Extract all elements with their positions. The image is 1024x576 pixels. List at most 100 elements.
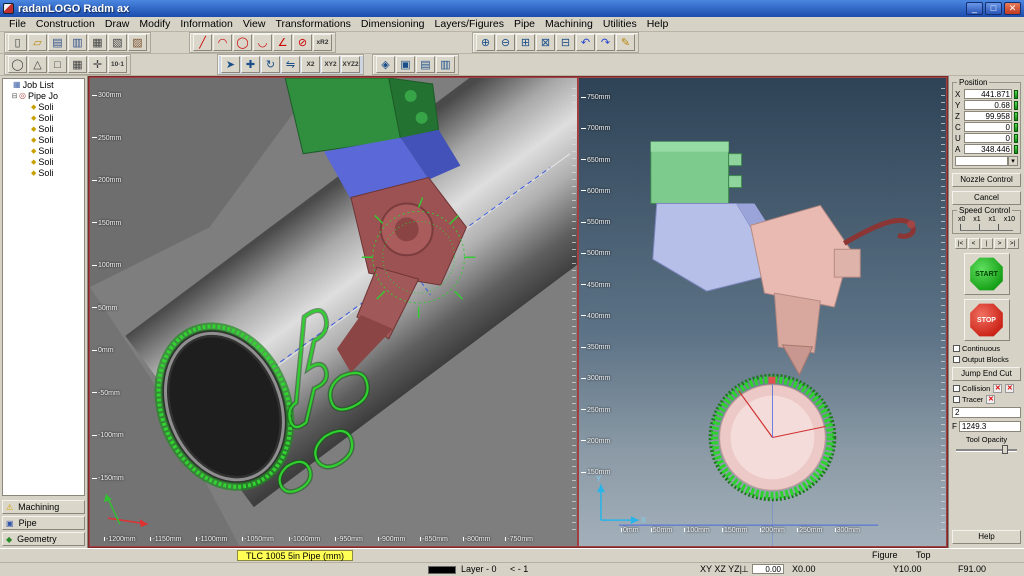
axis-value-field[interactable]: 0: [964, 133, 1012, 143]
layer-selector[interactable]: Layer - 0: [461, 564, 497, 575]
snap-value-field[interactable]: 0.00: [752, 564, 784, 574]
tree-root-job-list[interactable]: ▦ Job List: [3, 79, 84, 90]
shape-square-icon[interactable]: □: [48, 56, 67, 73]
layer-color-swatch[interactable]: [428, 566, 456, 574]
pause-button[interactable]: |: [981, 238, 993, 249]
tree-item-solid[interactable]: ◆ Soli: [3, 123, 84, 134]
menu-item[interactable]: Construction: [31, 18, 100, 30]
menu-item[interactable]: View: [238, 18, 271, 30]
tangent-arc-icon[interactable]: ◡: [253, 34, 272, 51]
minimize-button[interactable]: _: [966, 2, 983, 15]
arc-icon[interactable]: ◠: [213, 34, 232, 51]
menu-item[interactable]: File: [4, 18, 31, 30]
axis-value-field[interactable]: 0: [964, 122, 1012, 132]
step-forward-button[interactable]: >: [994, 238, 1006, 249]
tree-item-solid[interactable]: ◆ Soli: [3, 134, 84, 145]
print-icon[interactable]: ▦: [88, 34, 107, 51]
tree-item-solid[interactable]: ◆ Soli: [3, 101, 84, 112]
new-icon[interactable]: ▯: [8, 34, 27, 51]
shape-circle-icon[interactable]: ◯: [8, 56, 27, 73]
checkbox[interactable]: [953, 356, 960, 363]
view-top-icon[interactable]: ▤: [416, 56, 435, 73]
jump-end-cut-button[interactable]: Jump End Cut: [952, 367, 1021, 381]
tracer-checkbox[interactable]: [953, 396, 960, 403]
zoom-window-icon[interactable]: ⊞: [516, 34, 535, 51]
axis-value-field[interactable]: 348.446: [964, 144, 1012, 154]
pipe-tab[interactable]: ▣ Pipe: [2, 516, 85, 530]
circle-icon[interactable]: ◯: [233, 34, 252, 51]
menu-item[interactable]: Draw: [100, 18, 135, 30]
save-icon[interactable]: ▤: [48, 34, 67, 51]
checkbox[interactable]: [953, 345, 960, 352]
zoom-extents-icon[interactable]: ⊠: [536, 34, 555, 51]
select-arrow-icon[interactable]: ➤: [221, 56, 240, 73]
layer-step-control[interactable]: < - 1: [510, 564, 528, 575]
view-iso-icon[interactable]: ◈: [376, 56, 395, 73]
delete-geometry-icon[interactable]: ⊘: [293, 34, 312, 51]
machining-tab[interactable]: ⚠ Machining: [2, 500, 85, 514]
menu-item[interactable]: Layers/Figures: [430, 18, 509, 30]
step-last-button[interactable]: >|: [1007, 238, 1019, 249]
tracer-clear-icon[interactable]: ✕: [986, 395, 995, 404]
tree-item-solid[interactable]: ◆ Soli: [3, 145, 84, 156]
menu-item[interactable]: Dimensioning: [356, 18, 430, 30]
open-icon[interactable]: ▱: [28, 34, 47, 51]
rotate-icon[interactable]: ↻: [261, 56, 280, 73]
axis-value-field[interactable]: 0.68: [964, 100, 1012, 110]
menu-item[interactable]: Information: [175, 18, 238, 30]
perpendicular-icon[interactable]: ⊥: [741, 564, 749, 575]
shape-triangle-icon[interactable]: △: [28, 56, 47, 73]
scale-xyz2-icon[interactable]: XYZ2: [341, 56, 360, 73]
speed-option-label[interactable]: x1: [973, 216, 980, 223]
count-field[interactable]: 2: [952, 407, 1021, 418]
collision-checkbox[interactable]: [953, 385, 960, 392]
viewport-left-canvas[interactable]: 300mm250mm200mm150mm100mm50mm0mm-50mm-10…: [89, 77, 578, 547]
axis-value-field[interactable]: 99.958: [964, 111, 1012, 121]
feed-value-field[interactable]: 1249.3: [959, 421, 1021, 432]
print-preview-icon[interactable]: ▧: [108, 34, 127, 51]
angle-dimension-icon[interactable]: ∠: [273, 34, 292, 51]
line-icon[interactable]: ╱: [193, 34, 212, 51]
speed-slider[interactable]: [960, 224, 1013, 231]
view-front-icon[interactable]: ▣: [396, 56, 415, 73]
stop-button[interactable]: STOP: [964, 299, 1010, 341]
nozzle-control-button[interactable]: Nozzle Control: [952, 173, 1021, 187]
help-button[interactable]: Help: [952, 530, 1021, 544]
grid-icon[interactable]: ▦: [68, 56, 87, 73]
speed-option-label[interactable]: x0: [958, 216, 965, 223]
menu-item[interactable]: Help: [642, 18, 674, 30]
tool-combo[interactable]: ▾: [955, 156, 1018, 166]
tool-combo-value[interactable]: [955, 156, 1008, 166]
edit-pen-icon[interactable]: ✎: [616, 34, 635, 51]
menu-item[interactable]: Pipe: [509, 18, 540, 30]
view-side-icon[interactable]: ▥: [436, 56, 455, 73]
tree-item-solid[interactable]: ◆ Soli: [3, 167, 84, 178]
undo-icon[interactable]: ↶: [576, 34, 595, 51]
snap-icon[interactable]: ✛: [88, 56, 107, 73]
maximize-button[interactable]: □: [985, 2, 1002, 15]
redo-icon[interactable]: ↷: [596, 34, 615, 51]
tool-opacity-slider[interactable]: [956, 445, 1017, 454]
chevron-down-icon[interactable]: ▾: [1008, 156, 1018, 166]
menu-item[interactable]: Utilities: [598, 18, 642, 30]
tree-item-solid[interactable]: ◆ Soli: [3, 156, 84, 167]
step-first-button[interactable]: |<: [955, 238, 967, 249]
xr2-icon[interactable]: xR2: [313, 34, 332, 51]
save-all-icon[interactable]: ▥: [68, 34, 87, 51]
mirror-icon[interactable]: ⇋: [281, 56, 300, 73]
speed-option-label[interactable]: x1: [988, 216, 995, 223]
speed-option-label[interactable]: x10: [1004, 216, 1015, 223]
menu-item[interactable]: Transformations: [270, 18, 355, 30]
export-icon[interactable]: ▨: [128, 34, 147, 51]
layers-10-1-icon[interactable]: 10·1: [108, 56, 127, 73]
tree-item-pipe-job[interactable]: ⊟ ◎ Pipe Jo: [3, 90, 84, 101]
move-icon[interactable]: ✚: [241, 56, 260, 73]
tree-item-solid[interactable]: ◆ Soli: [3, 112, 84, 123]
zoom-previous-icon[interactable]: ⊟: [556, 34, 575, 51]
viewport-right-canvas[interactable]: X Y 750mm700mm650mm600mm550mm500mm450mm4…: [578, 77, 947, 547]
cancel-button[interactable]: Cancel: [952, 191, 1021, 205]
start-button[interactable]: START: [964, 253, 1010, 295]
axis-value-field[interactable]: 441.871: [964, 89, 1012, 99]
geometry-tab[interactable]: ◆ Geometry: [2, 532, 85, 546]
collision-clear-all-icon[interactable]: ✕: [1005, 384, 1014, 393]
